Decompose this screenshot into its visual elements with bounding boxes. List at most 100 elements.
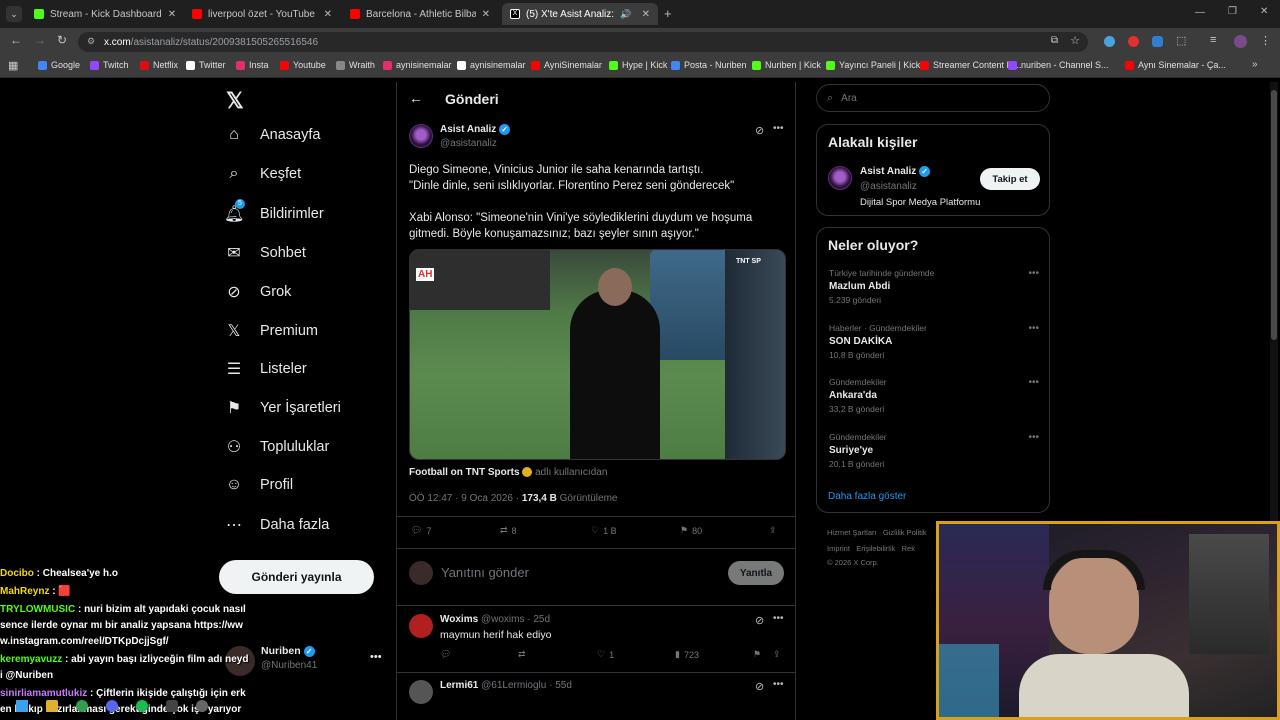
reply-views[interactable]: ▮ 723: [675, 649, 699, 660]
back-icon[interactable]: ←: [10, 33, 22, 47]
extension-icon[interactable]: [1104, 36, 1115, 47]
reply-like-action[interactable]: ♡ 1: [597, 649, 614, 660]
grok-icon[interactable]: ⊘: [755, 680, 764, 693]
bookmark-item[interactable]: Twitch: [90, 60, 129, 70]
close-icon[interactable]: ✕: [482, 9, 490, 20]
nav-item-search[interactable]: ⌕ Keşfet: [224, 165, 302, 183]
footer-link[interactable]: Gizlilik Politik: [883, 528, 927, 537]
new-tab-button[interactable]: +: [664, 6, 672, 21]
maximize-button[interactable]: ❐: [1228, 6, 1237, 17]
footer-link[interactable]: Imprint: [827, 544, 850, 553]
author-name[interactable]: Asist Analiz ✓: [440, 124, 511, 135]
related-avatar[interactable]: [828, 166, 852, 190]
file-explorer-icon[interactable]: [46, 700, 58, 712]
like-action[interactable]: ♡ 1 B: [591, 525, 617, 536]
bookmark-item[interactable]: Netflix: [140, 60, 178, 70]
star-icon[interactable]: ☆: [1070, 34, 1080, 47]
app-icon[interactable]: [166, 700, 178, 712]
spotify-icon[interactable]: [136, 700, 148, 712]
bookmark-item[interactable]: Wraith: [336, 60, 375, 70]
apps-grid-icon[interactable]: ▦: [8, 59, 18, 72]
extensions-puzzle-icon[interactable]: ⬚: [1176, 34, 1186, 47]
bookmark-item[interactable]: aynisinemalar: [383, 60, 452, 70]
nav-item-bookmark[interactable]: ⚑ Yer İşaretleri: [224, 398, 341, 418]
post-video[interactable]: AH TNT SP: [409, 249, 786, 460]
footer-link[interactable]: Rek: [902, 544, 915, 553]
nav-item-x[interactable]: 𝕏 Premium: [224, 321, 318, 341]
close-icon[interactable]: ✕: [324, 9, 332, 20]
show-more-link[interactable]: Daha fazla göster: [828, 491, 906, 502]
x-logo-icon[interactable]: 𝕏: [226, 88, 244, 114]
browser-menu-icon[interactable]: ⋮: [1260, 34, 1271, 47]
grok-icon[interactable]: ⊘: [755, 614, 764, 627]
close-icon[interactable]: ✕: [168, 9, 176, 20]
reply-author[interactable]: Woxims: [440, 614, 478, 625]
author-avatar[interactable]: [409, 124, 433, 148]
back-arrow-icon[interactable]: ←: [409, 90, 423, 106]
tab-search-button[interactable]: ⌄: [6, 6, 22, 22]
bookmark-item[interactable]: Nuriben | Kick: [752, 60, 821, 70]
address-bar[interactable]: ⚙ x.com/asistanaliz/status/2009381505265…: [78, 32, 1088, 52]
reply-action[interactable]: 💬︎ 7: [411, 525, 431, 536]
trend-item[interactable]: Gündemdekiler Ankara'da 33,2 B gönderi •••: [829, 377, 1039, 414]
bookmark-item[interactable]: AyniSinemalar: [531, 60, 602, 70]
reply-input[interactable]: Yanıtını gönder: [441, 565, 529, 580]
trend-item[interactable]: Haberler · Gündemdekiler SON DAKİKA 10,8 B…: [829, 323, 1039, 360]
windows-start-icon[interactable]: [16, 700, 28, 712]
reply-avatar[interactable]: [409, 614, 433, 638]
nav-item-profile[interactable]: ☺ Profil: [224, 476, 293, 494]
tab-youtube-barcelona[interactable]: Barcelona - Athletic Bilbao (5-0 ✕: [342, 3, 498, 25]
nav-item-list[interactable]: ☰ Listeler: [224, 359, 307, 379]
media-control-icon[interactable]: ≡: [1210, 34, 1216, 46]
tab-x-post[interactable]: X (5) X'te Asist Analiz: "Diego 🔊 ✕: [502, 3, 658, 25]
share-action[interactable]: ⇪: [769, 525, 777, 536]
trend-more-icon[interactable]: •••: [1028, 268, 1039, 279]
bookmark-item[interactable]: Yayıncı Paneli | Kick: [826, 60, 920, 70]
trend-more-icon[interactable]: •••: [1028, 432, 1039, 443]
bookmark-action[interactable]: ⚑ 80: [680, 525, 702, 536]
scrollbar-thumb[interactable]: [1271, 90, 1277, 340]
bookmark-item[interactable]: Posta - Nuriben: [671, 60, 747, 70]
account-name[interactable]: Nuriben ✓: [261, 645, 315, 657]
nav-item-mail[interactable]: ✉ Sohbet: [224, 243, 306, 263]
nav-item-home[interactable]: ⌂ Anasayfa: [224, 126, 320, 144]
bookmark-item[interactable]: aynisinemalar: [457, 60, 526, 70]
chrome-icon[interactable]: [76, 700, 88, 712]
reply-bookmark-action[interactable]: ⚑: [753, 649, 761, 660]
bookmark-item[interactable]: Hype | Kick: [609, 60, 667, 70]
bookmark-item[interactable]: nuriben - Channel S...: [1008, 60, 1109, 70]
discord-icon[interactable]: [106, 700, 118, 712]
install-icon[interactable]: ⧉: [1051, 35, 1058, 46]
bookmark-item[interactable]: Streamer Content M...: [920, 60, 1022, 70]
reply-avatar[interactable]: [409, 680, 433, 704]
close-icon[interactable]: ✕: [642, 9, 650, 20]
tab-youtube-liverpool[interactable]: liverpool özet - YouTube ✕: [184, 3, 340, 25]
reload-icon[interactable]: ↻: [57, 33, 67, 47]
nav-item-bell[interactable]: 🔔︎ 5 Bildirimler: [224, 198, 324, 224]
bookmark-item[interactable]: Youtube: [280, 60, 326, 70]
more-bookmarks-icon[interactable]: »: [1252, 59, 1258, 70]
reply-repost-action[interactable]: ⇄: [518, 649, 526, 660]
bookmark-item[interactable]: Aynı Sinemalar - Ça...: [1125, 60, 1226, 70]
trend-item[interactable]: Türkiye tarihinde gündemde Mazlum Abdi 5.2…: [829, 268, 1039, 305]
profile-avatar[interactable]: [1234, 35, 1247, 48]
trend-more-icon[interactable]: •••: [1028, 377, 1039, 388]
follow-button[interactable]: Takip et: [980, 168, 1040, 190]
footer-link[interactable]: Erişilebilirlik: [856, 544, 895, 553]
nav-item-communities[interactable]: ⚇ Topluluklar: [224, 437, 330, 457]
reply-reply-action[interactable]: 💬︎: [440, 649, 451, 660]
account-more-icon[interactable]: •••: [370, 651, 382, 663]
reply-share-action[interactable]: ⇪: [773, 649, 781, 660]
related-name[interactable]: Asist Analiz ✓: [860, 166, 931, 177]
trend-more-icon[interactable]: •••: [1028, 323, 1039, 334]
extension-icon[interactable]: [1152, 36, 1163, 47]
reply-more-icon[interactable]: •••: [773, 679, 784, 690]
search-box[interactable]: ⌕ Ara: [816, 84, 1050, 112]
grok-icon[interactable]: ⊘: [755, 124, 764, 137]
bookmark-item[interactable]: Google: [38, 60, 80, 70]
site-info-icon[interactable]: ⚙: [87, 36, 95, 47]
repost-action[interactable]: ⇄ 8: [500, 525, 517, 536]
post-more-icon[interactable]: •••: [773, 123, 784, 134]
close-window-button[interactable]: ✕: [1260, 6, 1268, 17]
bookmark-item[interactable]: Twitter: [186, 60, 226, 70]
